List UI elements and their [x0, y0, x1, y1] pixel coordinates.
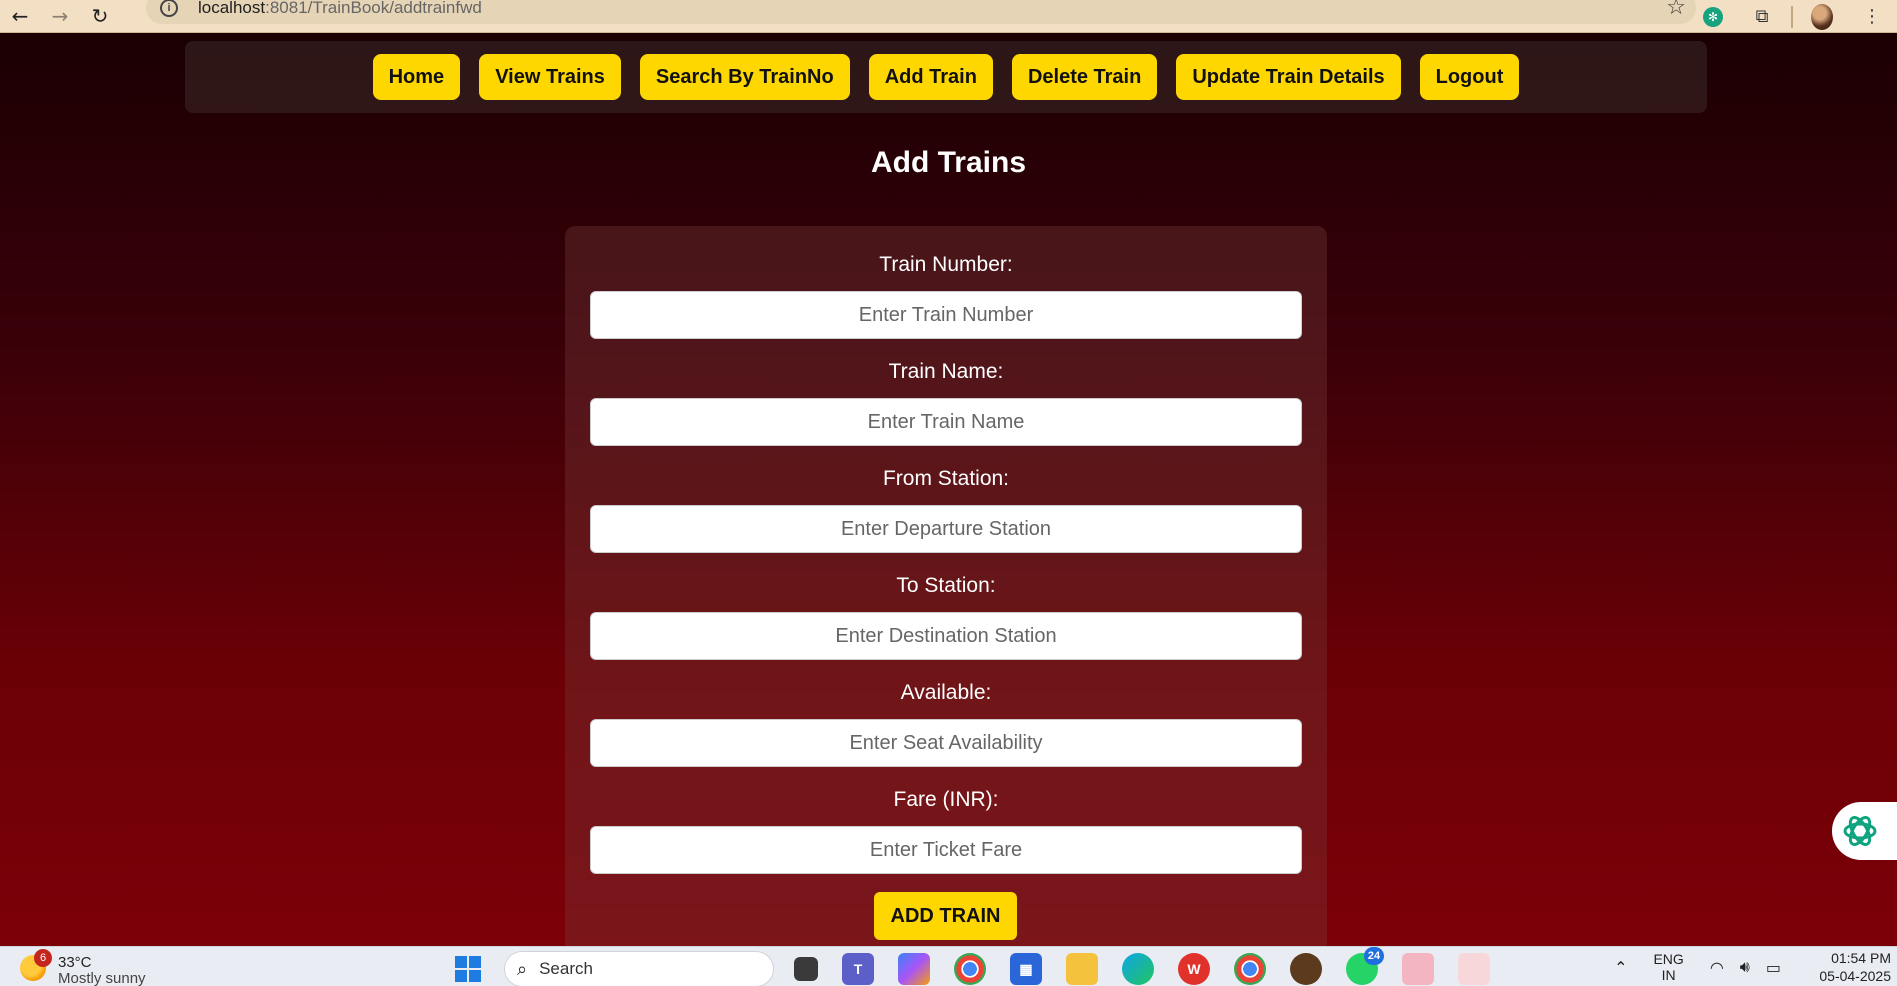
chevron-up-icon[interactable]: ⌃: [1614, 958, 1627, 977]
forward-icon[interactable]: →: [40, 0, 80, 33]
clock-time: 01:54 PM: [1831, 950, 1891, 966]
clock[interactable]: 01:54 PM 05-04-2025: [1811, 949, 1891, 985]
windows-start-icon[interactable]: [452, 953, 484, 985]
page-title: Add Trains: [870, 146, 1027, 179]
taskbar-search-input[interactable]: ⌕ Search: [504, 951, 774, 986]
whatsapp-icon[interactable]: 24: [1346, 947, 1384, 985]
edge-icon[interactable]: [1122, 953, 1154, 985]
available-label: Available:: [900, 681, 992, 704]
weather-condition: Mostly sunny: [58, 970, 146, 986]
to-station-group: To Station:: [590, 574, 1302, 660]
snipping-tool-icon[interactable]: [1458, 953, 1490, 985]
taskbar-search-placeholder: Search: [539, 959, 593, 978]
available-group: Available:: [590, 681, 1302, 767]
fare-label: Fare (INR):: [893, 788, 999, 811]
clock-date: 05-04-2025: [1819, 968, 1891, 984]
media-player-icon[interactable]: [1402, 953, 1434, 985]
address-bar[interactable]: i localhost:8081/TrainBook/addtrainfwd ☆: [146, 0, 1696, 24]
from-station-input[interactable]: [590, 505, 1302, 553]
train-number-label: Train Number:: [879, 253, 1013, 276]
language-code: ENG: [1653, 951, 1684, 967]
copilot-icon[interactable]: [898, 953, 930, 985]
reload-icon[interactable]: ↻: [80, 0, 120, 33]
wps-office-icon[interactable]: W: [1178, 953, 1210, 985]
top-navbar: Home View Trains Search By TrainNo Add T…: [185, 41, 1707, 113]
browser-toolbar: ← → ↻ i localhost:8081/TrainBook/addtrai…: [0, 0, 1897, 33]
weather-temperature: 33°C: [58, 954, 92, 971]
battery-icon[interactable]: ▭: [1766, 958, 1781, 977]
browser-menu-icon[interactable]: ⋮: [1861, 6, 1883, 28]
floating-chatgpt-button[interactable]: [1832, 802, 1897, 860]
weather-badge: 6: [34, 949, 52, 967]
toolbar-divider: [1791, 5, 1793, 28]
profile-avatar[interactable]: [1811, 3, 1833, 30]
chatgpt-extension-icon[interactable]: ✻: [1703, 6, 1723, 27]
to-station-label: To Station:: [896, 574, 996, 597]
nav-logout-button[interactable]: Logout: [1419, 54, 1520, 100]
from-station-label: From Station:: [882, 467, 1010, 490]
windows-taskbar: 6 33°C Mostly sunny ⌕ Search T ▦ W 24 ⌃: [0, 946, 1897, 986]
from-station-group: From Station:: [590, 467, 1302, 553]
task-view-icon[interactable]: [794, 957, 818, 981]
to-station-input[interactable]: [590, 612, 1302, 660]
bookmark-star-icon[interactable]: ☆: [1666, 0, 1686, 20]
nav-add-train-button[interactable]: Add Train: [868, 54, 993, 100]
extensions-area: ✻ ⧉ ⋮: [1689, 0, 1897, 33]
nav-search-by-trainno-button[interactable]: Search By TrainNo: [639, 54, 850, 100]
microsoft-store-icon[interactable]: ▦: [1010, 953, 1042, 985]
back-icon[interactable]: ←: [0, 0, 40, 33]
page-content: Home View Trains Search By TrainNo Add T…: [0, 33, 1897, 946]
file-explorer-icon[interactable]: [1066, 953, 1098, 985]
url-path: :8081/TrainBook/addtrainfwd: [265, 0, 482, 17]
nav-home-button[interactable]: Home: [372, 54, 461, 100]
nav-update-train-details-button[interactable]: Update Train Details: [1176, 54, 1401, 100]
fare-input[interactable]: [590, 826, 1302, 874]
region-code: IN: [1661, 967, 1676, 983]
site-info-icon[interactable]: i: [160, 0, 178, 17]
train-number-group: Train Number:: [590, 253, 1302, 339]
chrome-icon[interactable]: [954, 953, 986, 985]
weather-sun-icon: 6: [20, 949, 52, 981]
wifi-icon[interactable]: ◠: [1710, 958, 1724, 977]
app-icon[interactable]: [1290, 953, 1322, 985]
nav-view-trains-button[interactable]: View Trains: [479, 54, 621, 100]
extensions-puzzle-icon[interactable]: ⧉: [1751, 6, 1773, 28]
nav-delete-train-button[interactable]: Delete Train: [1011, 54, 1158, 100]
url-host: localhost: [198, 0, 266, 17]
chatgpt-icon: [1843, 816, 1877, 846]
system-tray: ⌃ ENG IN ◠ 🔊︎ ▭ 01:54 PM 05-04-2025: [1606, 947, 1897, 986]
search-icon: ⌕: [517, 958, 528, 980]
chrome-profile-icon[interactable]: [1234, 953, 1266, 985]
fare-group: Fare (INR):: [590, 788, 1302, 874]
volume-icon[interactable]: 🔊︎: [1740, 957, 1750, 977]
train-name-label: Train Name:: [888, 360, 1004, 383]
taskbar-apps: ⌕ Search T ▦ W 24: [440, 947, 1502, 986]
teams-icon[interactable]: T: [842, 953, 874, 985]
add-train-submit-button[interactable]: ADD TRAIN: [874, 892, 1017, 940]
weather-widget[interactable]: 6 33°C Mostly sunny: [20, 949, 146, 986]
whatsapp-badge: 24: [1364, 947, 1384, 965]
language-indicator[interactable]: ENG IN: [1653, 951, 1683, 983]
add-train-form: Train Number: Train Name: From Station: …: [565, 226, 1327, 946]
train-number-input[interactable]: [590, 291, 1302, 339]
train-name-input[interactable]: [590, 398, 1302, 446]
train-name-group: Train Name:: [590, 360, 1302, 446]
available-input[interactable]: [590, 719, 1302, 767]
